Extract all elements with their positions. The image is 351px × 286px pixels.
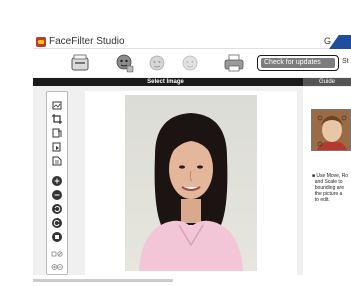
corner-decoration [329,35,351,49]
tab-guide[interactable]: Guide [303,78,351,86]
crop-icon[interactable] [51,112,63,124]
check-for-updates-button[interactable]: Check for updates [257,55,339,71]
toolbar-right-text: St [342,58,349,65]
portrait-photo [125,95,257,271]
fit-icon[interactable] [51,260,63,272]
image-canvas[interactable] [85,91,297,275]
mirror-icon[interactable] [51,154,63,166]
guide-thumbnail [311,109,351,151]
face-disabled-icon[interactable] [179,52,201,74]
rotate-left-icon[interactable] [51,202,63,214]
check-for-updates-label: Check for updates [261,58,335,68]
zoom-in-icon[interactable] [51,174,63,186]
app-title: FaceFilter Studio [49,36,125,47]
guide-text: ■ Use Move, Ro and Scale to bounding are… [312,173,349,203]
app-logo-icon [36,37,46,47]
rotate-right-icon[interactable] [51,216,63,228]
title-right-text: G [324,36,332,46]
zoom-out-icon[interactable] [51,188,63,200]
title-bar: FaceFilter Studio G [33,35,351,49]
guide-panel: ■ Use Move, Ro and Scale to bounding are… [303,87,351,275]
open-image-icon[interactable] [51,98,63,110]
reset-icon[interactable] [51,230,63,242]
image-tools-panel [46,91,68,275]
rotate-icon[interactable] [51,126,63,138]
status-bar [33,279,173,282]
section-band: Select Image Guide [33,78,351,86]
face-alt-icon[interactable] [146,52,168,74]
scanner-icon[interactable] [69,52,91,74]
printer-icon[interactable] [223,52,245,74]
toolbar: Check for updates St [33,49,351,77]
flip-icon[interactable] [51,140,63,152]
grid-icon[interactable] [51,248,63,260]
face-icon[interactable] [113,52,135,74]
app-window: FaceFilter Studio G Check for updates St… [33,35,351,275]
select-image-title: Select Image [147,79,184,85]
